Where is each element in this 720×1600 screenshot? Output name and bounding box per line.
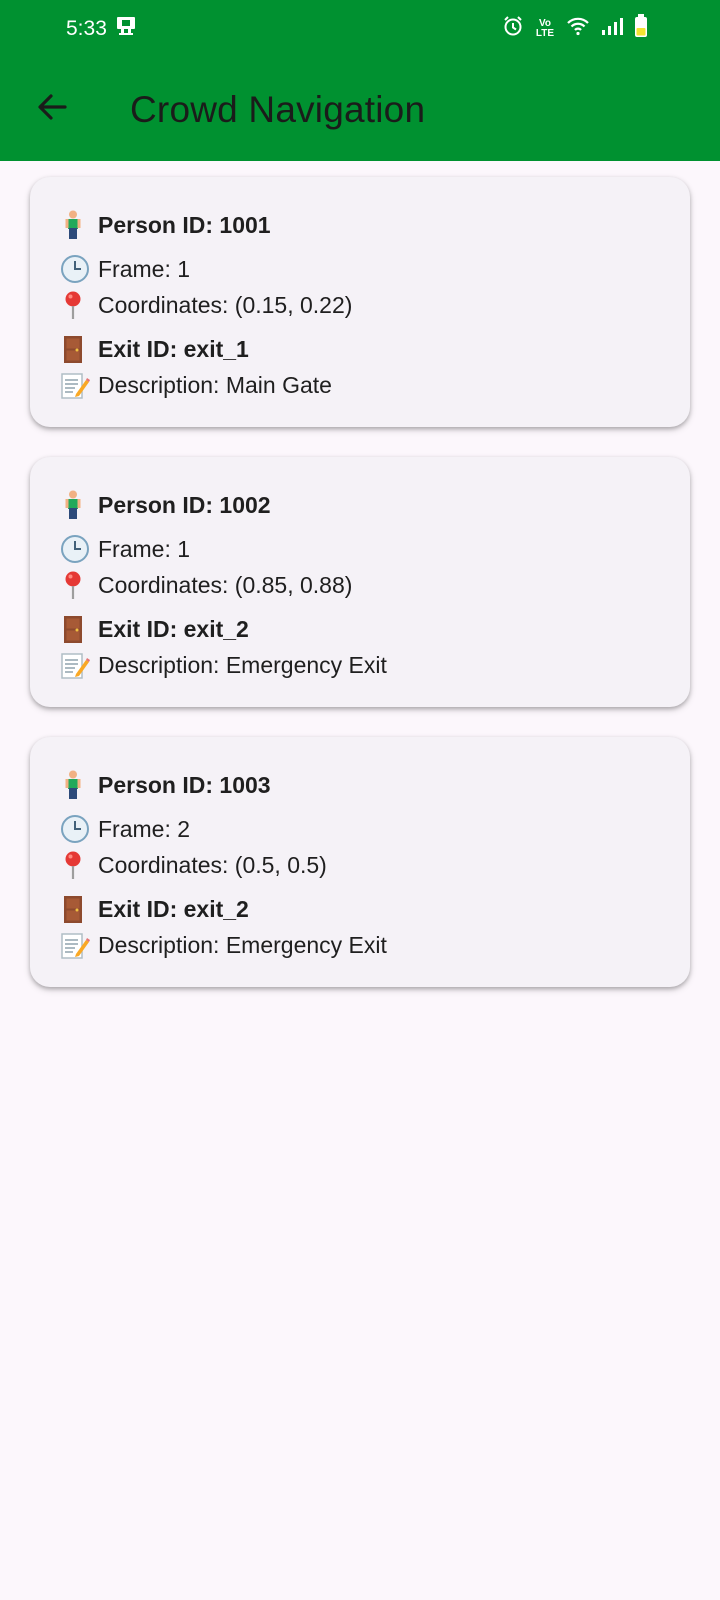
description-row: Description: Emergency Exit (60, 647, 660, 683)
description-row: Description: Main Gate (60, 367, 660, 403)
volte-icon: Vo LTE (535, 18, 555, 39)
clock-icon (60, 814, 98, 844)
person-icon (60, 770, 98, 800)
clock-icon (60, 534, 98, 564)
exit-id-row: Exit ID: exit_2 (60, 891, 660, 927)
coordinates-text: Coordinates: (0.85, 0.88) (98, 571, 353, 598)
door-icon (60, 894, 98, 924)
person-card: Person ID: 1003 Frame: 2 Coordinates: (0… (30, 737, 690, 987)
status-time: 5:33 (66, 17, 107, 40)
pin-icon (60, 850, 98, 880)
frame-row: Frame: 2 (60, 811, 660, 847)
frame-text: Frame: 1 (98, 255, 191, 282)
app-bar: Crowd Navigation (0, 58, 720, 161)
frame-row: Frame: 1 (60, 531, 660, 567)
memo-icon (60, 370, 98, 400)
wifi-icon (566, 16, 590, 42)
status-right: Vo LTE (502, 14, 648, 44)
memo-icon (60, 650, 98, 680)
notification-icon (115, 15, 137, 43)
person-icon (60, 210, 98, 240)
person-id-text: Person ID: 1001 (98, 211, 271, 238)
battery-icon (634, 14, 648, 44)
alarm-icon (502, 15, 524, 43)
arrow-back-icon (35, 90, 69, 129)
exit-id-row: Exit ID: exit_1 (60, 331, 660, 367)
exit-id-text: Exit ID: exit_2 (98, 895, 249, 922)
status-left: 5:33 (66, 15, 137, 43)
description-row: Description: Emergency Exit (60, 927, 660, 963)
person-card: Person ID: 1002 Frame: 1 Coordinates: (0… (30, 457, 690, 707)
person-id-text: Person ID: 1003 (98, 771, 271, 798)
frame-text: Frame: 2 (98, 815, 191, 842)
signal-icon (600, 16, 624, 42)
clock-icon (60, 254, 98, 284)
pin-icon (60, 290, 98, 320)
pin-icon (60, 570, 98, 600)
person-id-row: Person ID: 1003 (60, 767, 660, 803)
person-icon (60, 490, 98, 520)
door-icon (60, 614, 98, 644)
coordinates-text: Coordinates: (0.5, 0.5) (98, 851, 327, 878)
frame-row: Frame: 1 (60, 251, 660, 287)
coordinates-row: Coordinates: (0.5, 0.5) (60, 847, 660, 883)
person-id-row: Person ID: 1001 (60, 207, 660, 243)
door-icon (60, 334, 98, 364)
frame-text: Frame: 1 (98, 535, 191, 562)
exit-id-text: Exit ID: exit_1 (98, 335, 249, 362)
coordinates-text: Coordinates: (0.15, 0.22) (98, 291, 353, 318)
coordinates-row: Coordinates: (0.85, 0.88) (60, 567, 660, 603)
description-text: Description: Emergency Exit (98, 651, 387, 678)
person-card: Person ID: 1001 Frame: 1 Coordinates: (0… (30, 177, 690, 427)
description-text: Description: Main Gate (98, 371, 332, 398)
person-id-row: Person ID: 1002 (60, 487, 660, 523)
person-list: Person ID: 1001 Frame: 1 Coordinates: (0… (0, 161, 720, 987)
status-bar: 5:33 Vo LTE (0, 0, 720, 58)
memo-icon (60, 930, 98, 960)
exit-id-row: Exit ID: exit_2 (60, 611, 660, 647)
description-text: Description: Emergency Exit (98, 931, 387, 958)
coordinates-row: Coordinates: (0.15, 0.22) (60, 287, 660, 323)
back-button[interactable] (32, 90, 72, 130)
exit-id-text: Exit ID: exit_2 (98, 615, 249, 642)
person-id-text: Person ID: 1002 (98, 491, 271, 518)
page-title: Crowd Navigation (130, 88, 426, 130)
